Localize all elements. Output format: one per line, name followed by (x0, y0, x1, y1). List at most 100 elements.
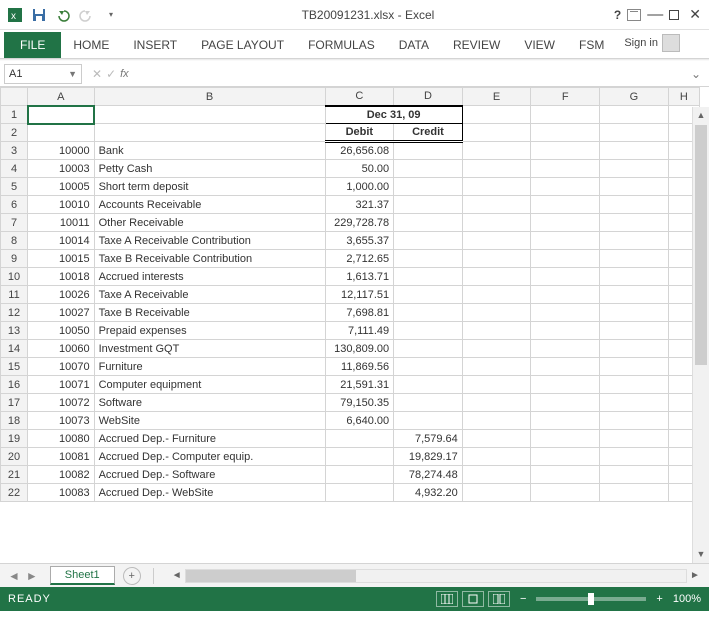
zoom-in-button[interactable]: + (656, 593, 662, 605)
row-header[interactable]: 11 (1, 286, 28, 304)
undo-button[interactable] (52, 4, 74, 26)
cell-credit[interactable] (394, 268, 463, 286)
cell-credit[interactable] (394, 178, 463, 196)
cell-acct[interactable]: 10083 (28, 484, 95, 502)
cell[interactable] (462, 322, 531, 340)
cell-credit[interactable] (394, 358, 463, 376)
cell[interactable] (531, 214, 600, 232)
cell-credit[interactable]: 78,274.48 (394, 466, 463, 484)
cell-debit[interactable] (325, 484, 394, 502)
cell-credit[interactable] (394, 412, 463, 430)
formula-input[interactable] (139, 64, 683, 84)
cell[interactable] (462, 484, 531, 502)
cell-acct[interactable]: 10005 (28, 178, 95, 196)
cell-name[interactable]: Prepaid expenses (94, 322, 325, 340)
tab-formulas[interactable]: FORMULAS (296, 32, 387, 58)
row-header[interactable]: 1 (1, 106, 28, 124)
cell[interactable] (600, 106, 669, 124)
cell[interactable] (600, 250, 669, 268)
page-layout-view-button[interactable] (462, 591, 484, 607)
horizontal-scrollbar[interactable]: ◄ ► (169, 569, 703, 583)
col-header-d[interactable]: D (394, 88, 463, 106)
cell-name[interactable]: Taxe A Receivable (94, 286, 325, 304)
name-box[interactable]: A1 ▼ (4, 64, 82, 84)
cell-acct[interactable]: 10015 (28, 250, 95, 268)
cell[interactable] (531, 160, 600, 178)
cell-acct[interactable]: 10050 (28, 322, 95, 340)
cell[interactable] (462, 340, 531, 358)
cell[interactable] (600, 394, 669, 412)
zoom-slider[interactable] (536, 597, 646, 601)
cell-name[interactable]: Taxe B Receivable Contribution (94, 250, 325, 268)
cell-name[interactable]: Accrued Dep.- Furniture (94, 430, 325, 448)
row-header[interactable]: 2 (1, 124, 28, 142)
cell-debit[interactable]: 3,655.37 (325, 232, 394, 250)
cell[interactable] (600, 268, 669, 286)
cell[interactable] (531, 142, 600, 160)
tab-review[interactable]: REVIEW (441, 32, 512, 58)
cell[interactable] (600, 286, 669, 304)
cell[interactable] (531, 106, 600, 124)
cell-credit[interactable] (394, 160, 463, 178)
cell[interactable] (462, 394, 531, 412)
cell[interactable] (600, 160, 669, 178)
cell-credit[interactable] (394, 214, 463, 232)
cell[interactable] (462, 232, 531, 250)
cell[interactable] (600, 376, 669, 394)
cell[interactable] (462, 286, 531, 304)
cell-credit[interactable] (394, 196, 463, 214)
normal-view-button[interactable] (436, 591, 458, 607)
cell[interactable] (531, 196, 600, 214)
cell[interactable] (462, 412, 531, 430)
tab-insert[interactable]: INSERT (121, 32, 189, 58)
cell-name[interactable]: Investment GQT (94, 340, 325, 358)
hscroll-thumb[interactable] (186, 570, 356, 582)
cell[interactable] (600, 196, 669, 214)
tab-home[interactable]: HOME (61, 32, 121, 58)
cell[interactable] (462, 376, 531, 394)
hscroll-track[interactable] (185, 569, 687, 583)
cell-acct[interactable]: 10011 (28, 214, 95, 232)
cell-debit[interactable] (325, 466, 394, 484)
cell-debit[interactable]: 130,809.00 (325, 340, 394, 358)
tab-view[interactable]: VIEW (512, 32, 567, 58)
row-header[interactable]: 10 (1, 268, 28, 286)
cell-acct[interactable]: 10070 (28, 358, 95, 376)
cell-name[interactable]: Accrued interests (94, 268, 325, 286)
tab-file[interactable]: FILE (4, 32, 61, 58)
cell-acct[interactable]: 10000 (28, 142, 95, 160)
cell-name[interactable]: Short term deposit (94, 178, 325, 196)
cell-a1[interactable] (28, 106, 95, 124)
cell[interactable] (531, 322, 600, 340)
cell[interactable] (531, 286, 600, 304)
cell[interactable] (600, 358, 669, 376)
cell[interactable] (531, 412, 600, 430)
cell-name[interactable]: Bank (94, 142, 325, 160)
cell-debit[interactable]: 7,111.49 (325, 322, 394, 340)
scroll-left-icon[interactable]: ◄ (169, 570, 185, 581)
cell-name[interactable]: Furniture (94, 358, 325, 376)
ribbon-options-icon[interactable] (627, 9, 641, 21)
cell[interactable] (94, 124, 325, 142)
cell-acct[interactable]: 10014 (28, 232, 95, 250)
cell-debit[interactable]: 26,656.08 (325, 142, 394, 160)
cell[interactable] (462, 268, 531, 286)
cell-credit[interactable] (394, 142, 463, 160)
cell[interactable] (531, 394, 600, 412)
cell-name[interactable]: Software (94, 394, 325, 412)
cell[interactable] (462, 250, 531, 268)
cell[interactable] (600, 232, 669, 250)
col-header-h[interactable]: H (668, 88, 699, 106)
cell-credit[interactable]: 7,579.64 (394, 430, 463, 448)
cell-debit[interactable]: 1,000.00 (325, 178, 394, 196)
cell-debit[interactable] (325, 430, 394, 448)
cell-credit[interactable] (394, 250, 463, 268)
cell-name[interactable]: Accounts Receivable (94, 196, 325, 214)
cell-acct[interactable]: 10081 (28, 448, 95, 466)
cell[interactable] (462, 124, 531, 142)
cell[interactable] (531, 268, 600, 286)
cell[interactable] (531, 304, 600, 322)
cell-debit[interactable]: 11,869.56 (325, 358, 394, 376)
cell-credit[interactable] (394, 340, 463, 358)
cell[interactable] (600, 412, 669, 430)
